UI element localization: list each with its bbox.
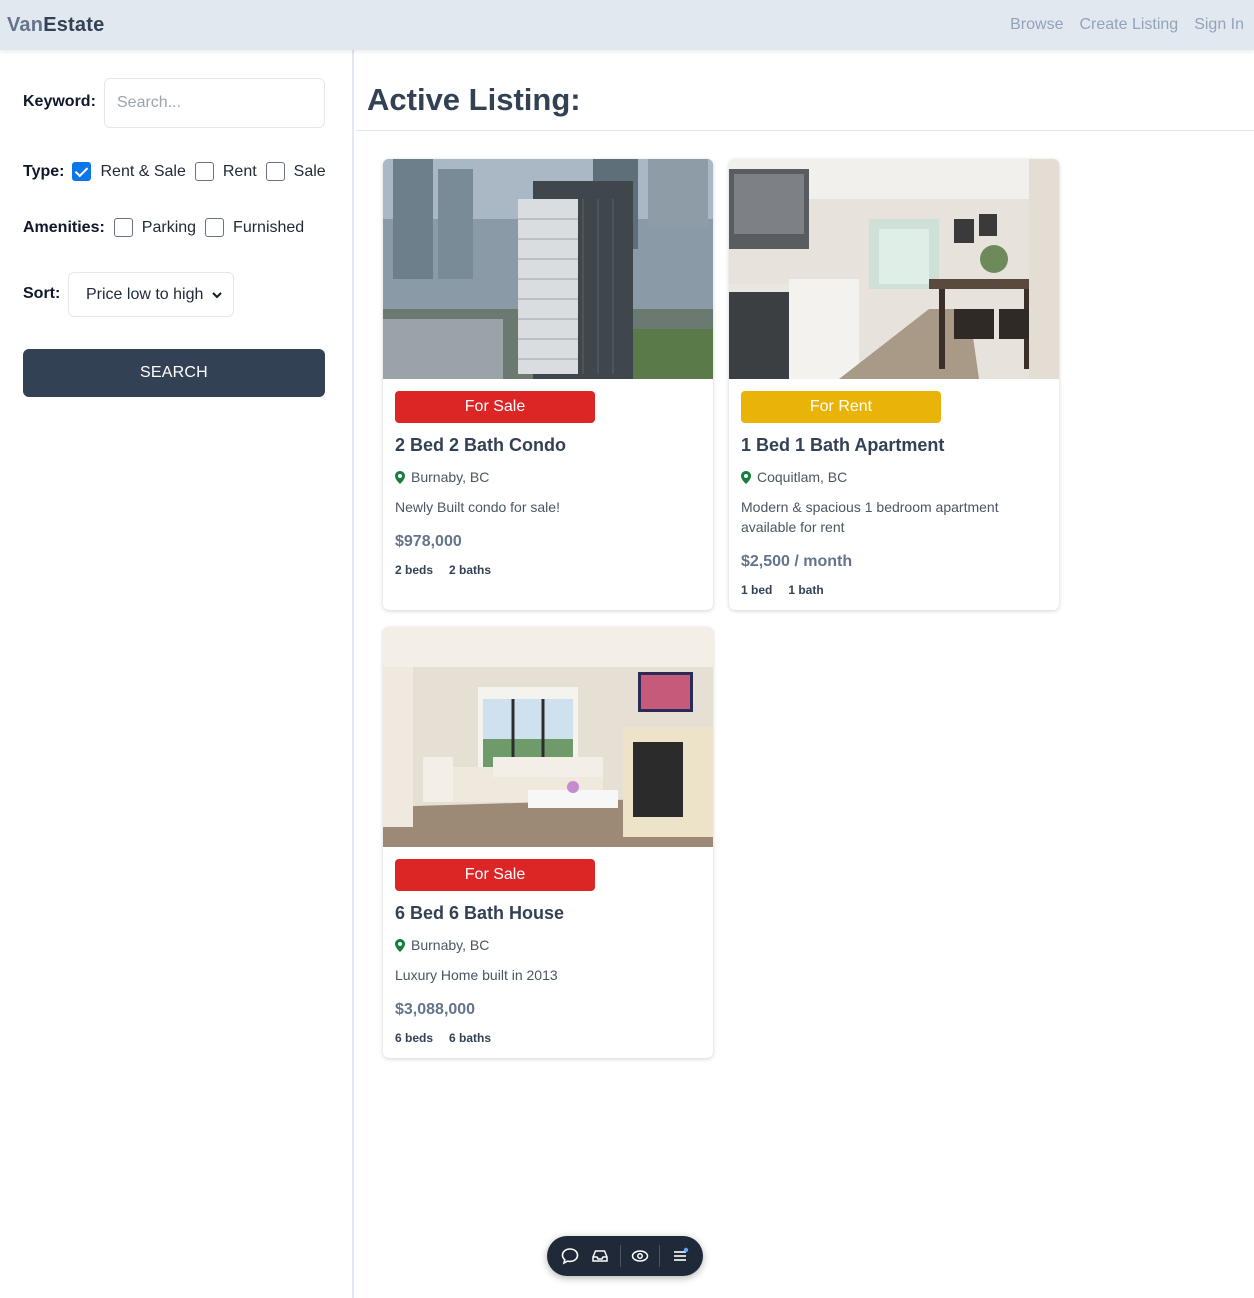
- listing-price: $3,088,000: [395, 1001, 476, 1018]
- kitchen-interior-photo[interactable]: [729, 159, 1059, 379]
- listing-meta: 6 beds 6 baths: [395, 1031, 491, 1045]
- amenity-parking-label[interactable]: Parking: [142, 219, 196, 237]
- listing-baths: 2 baths: [449, 563, 492, 577]
- sort-row: Sort:: [23, 285, 60, 303]
- listing-location-text: Burnaby, BC: [411, 469, 490, 485]
- listing-location-text: Coquitlam, BC: [757, 469, 848, 485]
- nav-links: Browse Create Listing Sign In: [1010, 16, 1244, 34]
- amenity-furnished-checkbox[interactable]: [205, 218, 225, 237]
- type-row: Type: Rent & Sale Rent Sale: [23, 162, 326, 181]
- listing-baths: 1 bath: [788, 583, 824, 597]
- filter-sidebar: Keyword: Type: Rent & Sale Rent Sale Ame…: [0, 50, 354, 1298]
- heading-divider: [356, 130, 1254, 131]
- type-rent-checkbox[interactable]: [194, 162, 214, 181]
- type-sale-label[interactable]: Sale: [294, 163, 326, 181]
- listing-price: $2,500 / month: [741, 553, 853, 570]
- brand-logo[interactable]: VanEstate: [7, 14, 104, 37]
- listing-beds: 2 beds: [395, 563, 434, 577]
- listing-card[interactable]: For Sale 6 Bed 6 Bath House Burnaby, BC …: [383, 627, 713, 1058]
- listing-baths: 6 baths: [449, 1031, 492, 1045]
- sort-select[interactable]: Price low to high: [68, 272, 234, 317]
- floating-toolbar: [547, 1236, 703, 1276]
- brand-part-2: Estate: [43, 13, 105, 36]
- listing-description: Modern & spacious 1 bedroom apartment av…: [741, 499, 999, 535]
- chat-icon[interactable]: [559, 1245, 581, 1267]
- map-pin-icon: [395, 470, 405, 484]
- amenity-parking-checkbox[interactable]: [113, 218, 133, 237]
- type-rent-sale-checkbox[interactable]: [72, 162, 92, 181]
- listing-type-badge: For Rent: [741, 391, 941, 423]
- listing-description: Luxury Home built in 2013: [395, 967, 558, 983]
- amenities-row: Amenities: Parking Furnished: [23, 218, 304, 237]
- inbox-icon[interactable]: [589, 1245, 611, 1267]
- eye-icon[interactable]: [629, 1245, 651, 1267]
- listing-price: $978,000: [395, 533, 462, 550]
- listing-type-badge: For Sale: [395, 391, 595, 423]
- nav-create-listing-link[interactable]: Create Listing: [1079, 16, 1178, 34]
- listing-beds: 6 beds: [395, 1031, 434, 1045]
- listing-meta: 2 beds 2 baths: [395, 563, 491, 577]
- keyword-label: Keyword:: [23, 93, 96, 110]
- listing-meta: 1 bed 1 bath: [741, 583, 824, 597]
- listing-title[interactable]: 1 Bed 1 Bath Apartment: [741, 435, 944, 456]
- type-rent-label[interactable]: Rent: [223, 163, 257, 181]
- listing-card[interactable]: For Rent 1 Bed 1 Bath Apartment Coquitla…: [729, 159, 1059, 610]
- keyword-row: Keyword:: [23, 93, 96, 111]
- amenity-furnished-label[interactable]: Furnished: [233, 219, 304, 237]
- listing-beds: 1 bed: [741, 583, 773, 597]
- listing-location: Burnaby, BC: [395, 937, 489, 953]
- listing-location-text: Burnaby, BC: [411, 937, 490, 953]
- search-button[interactable]: SEARCH: [23, 349, 325, 397]
- toolbar-divider: [619, 1245, 621, 1267]
- nav-browse-link[interactable]: Browse: [1010, 16, 1063, 34]
- type-rent-sale-label[interactable]: Rent & Sale: [100, 163, 185, 181]
- aerial-highrise-photo[interactable]: [383, 159, 713, 379]
- map-pin-icon: [395, 938, 405, 952]
- type-label: Type:: [23, 162, 65, 180]
- living-room-photo[interactable]: [383, 627, 713, 847]
- type-sale-checkbox[interactable]: [265, 162, 285, 181]
- listing-title[interactable]: 2 Bed 2 Bath Condo: [395, 435, 566, 456]
- toolbar-divider: [659, 1245, 661, 1267]
- page-title: Active Listing:: [367, 82, 581, 117]
- listing-card[interactable]: For Sale 2 Bed 2 Bath Condo Burnaby, BC …: [383, 159, 713, 610]
- listing-description: Newly Built condo for sale!: [395, 499, 560, 515]
- sort-selected-value: Price low to high: [86, 285, 204, 303]
- amenities-label: Amenities:: [23, 218, 105, 236]
- chevron-down-icon: [212, 291, 222, 298]
- listings-main: Active Listing: For Sale 2 Bed 2 Bath Co…: [356, 50, 1254, 1298]
- keyword-search-input[interactable]: [104, 78, 325, 128]
- menu-icon[interactable]: [669, 1245, 691, 1267]
- listing-title[interactable]: 6 Bed 6 Bath House: [395, 903, 564, 924]
- sort-label: Sort:: [23, 285, 61, 302]
- top-navbar: VanEstate Browse Create Listing Sign In: [0, 0, 1254, 50]
- map-pin-icon: [741, 470, 751, 484]
- listing-location: Coquitlam, BC: [741, 469, 847, 485]
- listing-type-badge: For Sale: [395, 859, 595, 891]
- listing-location: Burnaby, BC: [395, 469, 489, 485]
- nav-sign-in-link[interactable]: Sign In: [1194, 16, 1244, 34]
- brand-part-1: Van: [7, 13, 44, 36]
